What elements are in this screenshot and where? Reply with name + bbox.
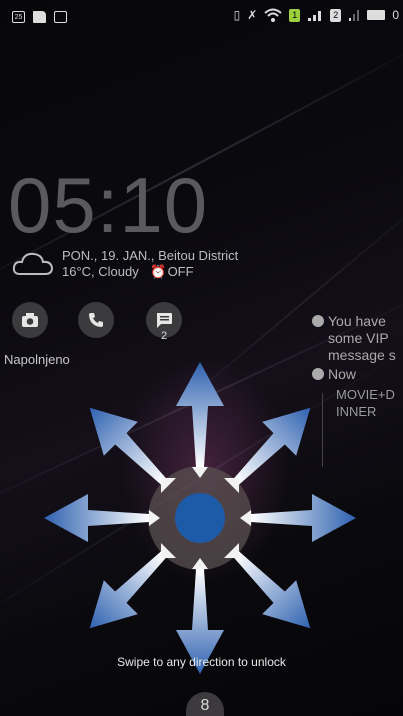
- unlock-dot[interactable]: [175, 493, 225, 543]
- lock-screen: 25 ▯ ✗ 1 2 0 05:10 PON., 19. JAN., Beito…: [0, 0, 403, 716]
- unlock-arrow-up: [176, 362, 224, 467]
- unlock-widget[interactable]: [0, 0, 403, 716]
- unlock-hint: Swipe to any direction to unlock: [117, 655, 286, 669]
- unlock-arrow-left: [44, 494, 149, 542]
- unlock-arrow-right: [251, 494, 356, 542]
